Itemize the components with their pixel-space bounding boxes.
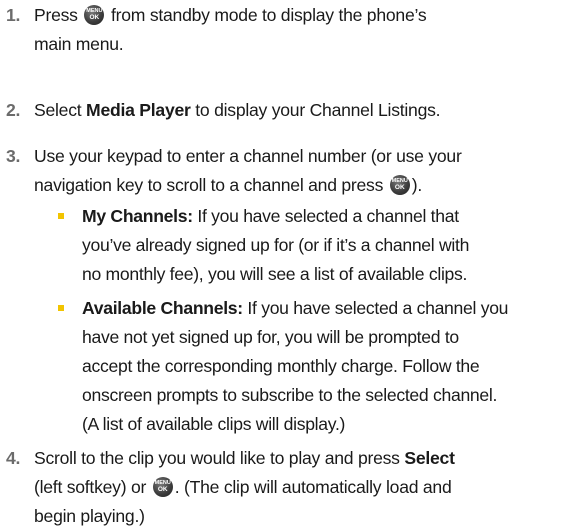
step-text: Press MENU OK from standby mode to displa… (34, 5, 427, 54)
bullet-marker (58, 213, 64, 219)
step-number: 3. (6, 146, 21, 166)
step-text: Use your keypad to enter a channel numbe… (34, 146, 462, 195)
step-number: 2. (6, 100, 21, 120)
step-number: 4. (6, 448, 21, 468)
menu-ok-key-icon: MENU OK (389, 175, 410, 195)
step-text: Select Media Player to display your Chan… (34, 100, 441, 120)
menu-ok-key-icon: MENU OK (84, 5, 105, 25)
menu-ok-key-icon: MENU OK (152, 477, 173, 497)
bullet-marker (58, 305, 64, 311)
step-number: 1. (6, 5, 21, 25)
bullet-text: Available Channels: If you have selected… (82, 298, 509, 434)
bullet-text: My Channels: If you have selected a chan… (82, 206, 470, 284)
step-text: Scroll to the clip you would like to pla… (34, 448, 455, 526)
